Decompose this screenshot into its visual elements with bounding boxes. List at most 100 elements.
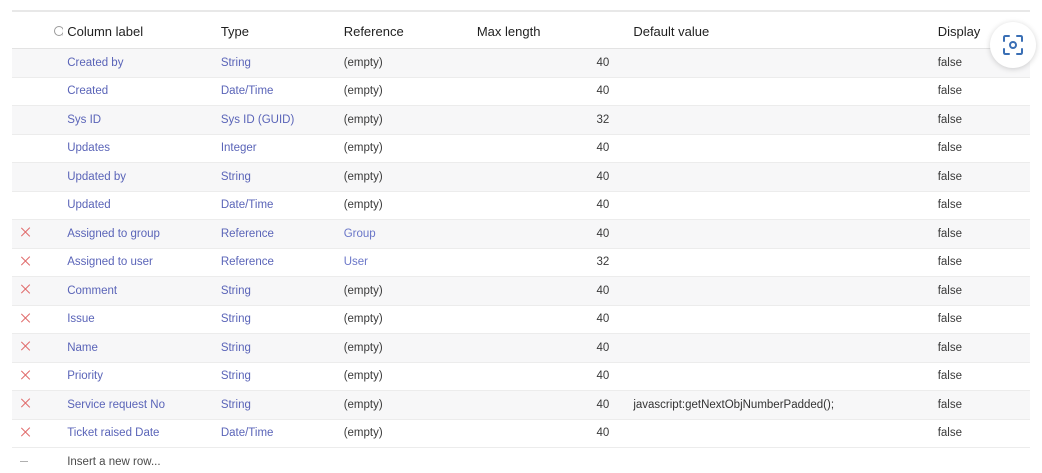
- table-row[interactable]: Assigned to group Reference Group 40 false: [12, 219, 1030, 249]
- delete-cell[interactable]: [12, 276, 64, 306]
- cell-reference[interactable]: (empty): [339, 419, 473, 448]
- header-search-cell[interactable]: [12, 14, 64, 49]
- insert-row-link[interactable]: Insert a new row...: [63, 447, 1030, 473]
- cell-reference[interactable]: (empty): [339, 305, 473, 334]
- cell-display[interactable]: false: [933, 162, 1030, 192]
- cell-max-length[interactable]: 40: [472, 162, 622, 192]
- cell-column-label[interactable]: Issue: [63, 305, 217, 334]
- cell-max-length[interactable]: 40: [472, 390, 622, 420]
- cell-default-value[interactable]: [621, 134, 934, 163]
- cell-default-value[interactable]: [621, 419, 934, 448]
- cell-default-value[interactable]: [621, 248, 934, 277]
- column-header-reference[interactable]: Reference: [339, 14, 473, 49]
- column-header-label[interactable]: Column label: [63, 14, 217, 49]
- cell-column-label[interactable]: Assigned to user: [63, 248, 217, 277]
- cell-display[interactable]: false: [933, 105, 1030, 135]
- delete-row-icon[interactable]: [20, 397, 32, 409]
- delete-row-icon[interactable]: [20, 369, 32, 381]
- delete-row-icon[interactable]: [20, 226, 32, 238]
- cell-display[interactable]: false: [933, 390, 1030, 420]
- delete-row-icon[interactable]: [20, 340, 32, 352]
- cell-reference[interactable]: (empty): [339, 390, 473, 420]
- cell-column-label[interactable]: Priority: [63, 362, 217, 391]
- table-row[interactable]: Sys ID Sys ID (GUID) (empty) 32 false: [12, 105, 1030, 135]
- cell-column-label[interactable]: Service request No: [63, 390, 217, 420]
- cell-max-length[interactable]: 40: [472, 305, 622, 334]
- delete-cell[interactable]: [12, 333, 64, 363]
- cell-default-value[interactable]: [621, 77, 934, 106]
- cell-max-length[interactable]: 40: [472, 134, 622, 163]
- cell-type[interactable]: Date/Time: [216, 419, 340, 448]
- cell-reference[interactable]: (empty): [339, 77, 473, 106]
- cell-reference[interactable]: Group: [339, 219, 473, 249]
- cell-type[interactable]: Reference: [216, 248, 340, 277]
- cell-column-label[interactable]: Created by: [63, 48, 217, 78]
- cell-column-label[interactable]: Sys ID: [63, 105, 217, 135]
- table-row[interactable]: Created by String (empty) 40 false: [12, 48, 1030, 78]
- delete-row-icon[interactable]: [20, 283, 32, 295]
- cell-column-label[interactable]: Assigned to group: [63, 219, 217, 249]
- delete-cell[interactable]: [12, 305, 64, 334]
- table-row[interactable]: Issue String (empty) 40 false: [12, 305, 1030, 334]
- cell-display[interactable]: false: [933, 305, 1030, 334]
- cell-display[interactable]: false: [933, 333, 1030, 363]
- cell-type[interactable]: Date/Time: [216, 191, 340, 220]
- cell-default-value[interactable]: [621, 276, 934, 306]
- delete-cell[interactable]: [12, 248, 64, 277]
- table-row[interactable]: Priority String (empty) 40 false: [12, 362, 1030, 391]
- cell-max-length[interactable]: 40: [472, 219, 622, 249]
- cell-type[interactable]: Reference: [216, 219, 340, 249]
- cell-reference[interactable]: (empty): [339, 276, 473, 306]
- table-row[interactable]: Updated Date/Time (empty) 40 false: [12, 191, 1030, 220]
- cell-display[interactable]: false: [933, 191, 1030, 220]
- cell-default-value[interactable]: javascript:getNextObjNumberPadded();: [621, 390, 934, 420]
- table-row[interactable]: Updated by String (empty) 40 false: [12, 162, 1030, 192]
- cell-type[interactable]: String: [216, 305, 340, 334]
- cell-type[interactable]: String: [216, 333, 340, 363]
- search-icon[interactable]: [54, 25, 64, 36]
- cell-display[interactable]: false: [933, 219, 1030, 249]
- cell-default-value[interactable]: [621, 191, 934, 220]
- cell-default-value[interactable]: [621, 305, 934, 334]
- delete-cell[interactable]: [12, 419, 64, 448]
- cell-default-value[interactable]: [621, 362, 934, 391]
- cell-default-value[interactable]: [621, 105, 934, 135]
- delete-row-icon[interactable]: [20, 312, 32, 324]
- cell-reference[interactable]: (empty): [339, 162, 473, 192]
- cell-display[interactable]: false: [933, 419, 1030, 448]
- cell-column-label[interactable]: Name: [63, 333, 217, 363]
- cell-default-value[interactable]: [621, 219, 934, 249]
- cell-max-length[interactable]: 40: [472, 48, 622, 78]
- cell-max-length[interactable]: 32: [472, 105, 622, 135]
- cell-display[interactable]: false: [933, 248, 1030, 277]
- cell-type[interactable]: String: [216, 162, 340, 192]
- cell-default-value[interactable]: [621, 48, 934, 78]
- table-row[interactable]: Created Date/Time (empty) 40 false: [12, 77, 1030, 106]
- table-row[interactable]: Comment String (empty) 40 false: [12, 276, 1030, 306]
- cell-column-label[interactable]: Created: [63, 77, 217, 106]
- insert-row[interactable]: Insert a new row...: [12, 447, 1030, 473]
- cell-max-length[interactable]: 40: [472, 362, 622, 391]
- cell-column-label[interactable]: Updates: [63, 134, 217, 163]
- cell-default-value[interactable]: [621, 333, 934, 363]
- cell-type[interactable]: Date/Time: [216, 77, 340, 106]
- scan-button[interactable]: [990, 22, 1036, 68]
- cell-max-length[interactable]: 40: [472, 191, 622, 220]
- table-row[interactable]: Assigned to user Reference User 32 false: [12, 248, 1030, 277]
- delete-cell[interactable]: [12, 219, 64, 249]
- cell-max-length[interactable]: 40: [472, 276, 622, 306]
- table-row[interactable]: Service request No String (empty) 40 javascr…: [12, 390, 1030, 420]
- column-header-type[interactable]: Type: [216, 14, 340, 49]
- cell-default-value[interactable]: [621, 162, 934, 192]
- delete-cell[interactable]: [12, 390, 64, 420]
- cell-display[interactable]: false: [933, 77, 1030, 106]
- delete-cell[interactable]: [12, 362, 64, 391]
- cell-column-label[interactable]: Comment: [63, 276, 217, 306]
- column-header-default-value[interactable]: Default value: [621, 14, 934, 49]
- delete-row-icon[interactable]: [20, 426, 32, 438]
- cell-reference[interactable]: (empty): [339, 362, 473, 391]
- column-header-max-length[interactable]: Max length: [472, 14, 622, 49]
- cell-reference[interactable]: (empty): [339, 333, 473, 363]
- cell-display[interactable]: false: [933, 276, 1030, 306]
- cell-type[interactable]: String: [216, 276, 340, 306]
